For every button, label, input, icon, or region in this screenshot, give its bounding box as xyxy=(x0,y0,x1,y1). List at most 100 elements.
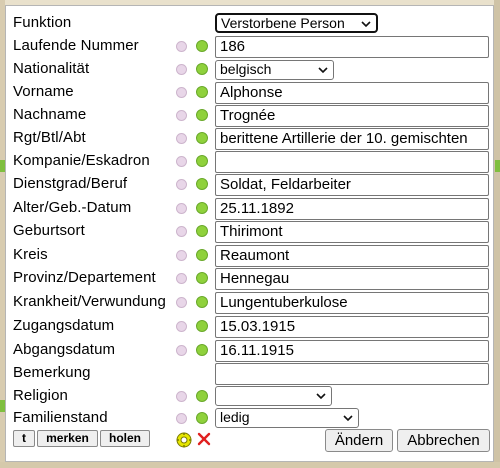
laufende-nummer-input[interactable]: 186 xyxy=(215,36,489,58)
row-familienstand: Familienstand ledig xyxy=(6,408,493,431)
abbrechen-button[interactable]: Abbrechen xyxy=(397,429,490,452)
purple-dot-icon[interactable] xyxy=(176,203,187,214)
religion-select[interactable] xyxy=(215,386,332,406)
green-dot-icon[interactable] xyxy=(196,320,208,332)
purple-dot-icon[interactable] xyxy=(176,413,187,424)
vorname-input[interactable]: Alphonse xyxy=(215,82,489,104)
green-dot-icon[interactable] xyxy=(196,249,208,261)
green-dot-icon[interactable] xyxy=(196,132,208,144)
geburtsort-label: Geburtsort xyxy=(13,222,85,239)
purple-dot-icon[interactable] xyxy=(176,250,187,261)
familienstand-select[interactable]: ledig xyxy=(215,408,359,428)
background-marker-right xyxy=(495,160,500,172)
nachname-input[interactable]: Trognée xyxy=(215,105,489,127)
bemerkung-input[interactable] xyxy=(215,363,489,385)
abgangsdatum-input[interactable]: 16.11.1915 xyxy=(215,340,489,362)
rgt-btl-abt-input[interactable]: berittene Artillerie der 10. gemischten xyxy=(215,128,489,150)
row-kompanie-eskadron: Kompanie/Eskadron xyxy=(6,151,493,174)
row-krankheit-verwundung: Krankheit/Verwundung Lungentuberkulose xyxy=(6,292,493,315)
zugangsdatum-input[interactable]: 15.03.1915 xyxy=(215,316,489,338)
purple-dot-icon[interactable] xyxy=(176,391,187,402)
green-dot-icon[interactable] xyxy=(196,296,208,308)
funktion-label: Funktion xyxy=(13,14,72,31)
row-nationalitaet: Nationalität belgisch xyxy=(6,59,493,82)
green-dot-icon[interactable] xyxy=(196,412,208,424)
purple-dot-icon[interactable] xyxy=(176,321,187,332)
provinz-departement-input[interactable]: Hennegau xyxy=(215,268,489,290)
purple-dot-icon[interactable] xyxy=(176,110,187,121)
holen-button[interactable]: holen xyxy=(100,430,150,447)
purple-dot-icon[interactable] xyxy=(176,64,187,75)
green-dot-icon[interactable] xyxy=(196,63,208,75)
laufende-nummer-label: Laufende Nummer xyxy=(13,37,139,54)
green-dot-icon[interactable] xyxy=(196,86,208,98)
aendern-button[interactable]: Ändern xyxy=(325,429,393,452)
krankheit-verwundung-input[interactable]: Lungentuberkulose xyxy=(215,292,489,314)
green-dot-icon[interactable] xyxy=(196,344,208,356)
row-rgt-btl-abt: Rgt/Btl/Abt berittene Artillerie der 10.… xyxy=(6,128,493,151)
close-icon[interactable] xyxy=(197,432,211,446)
kreis-label: Kreis xyxy=(13,246,48,263)
row-kreis: Kreis Reaumont xyxy=(6,245,493,268)
rgt-btl-abt-label: Rgt/Btl/Abt xyxy=(13,129,86,146)
row-religion: Religion xyxy=(6,386,493,409)
green-dot-icon[interactable] xyxy=(196,202,208,214)
zugangsdatum-label: Zugangsdatum xyxy=(13,317,115,334)
green-dot-icon[interactable] xyxy=(196,178,208,190)
row-alter-geb-datum: Alter/Geb.-Datum 25.11.1892 xyxy=(6,198,493,221)
row-geburtsort: Geburtsort Thirimont xyxy=(6,221,493,244)
dienstgrad-beruf-input[interactable]: Soldat, Feldarbeiter xyxy=(215,174,489,196)
dienstgrad-beruf-label: Dienstgrad/Beruf xyxy=(13,175,128,192)
nationalitaet-select-value: belgisch xyxy=(220,61,272,77)
purple-dot-icon[interactable] xyxy=(176,133,187,144)
chevron-down-icon xyxy=(361,21,371,28)
provinz-departement-label: Provinz/Departement xyxy=(13,269,156,286)
chevron-down-icon xyxy=(343,415,353,422)
merken-button[interactable]: merken xyxy=(37,430,98,447)
funktion-select[interactable]: Verstorbene Person xyxy=(215,13,378,33)
kompanie-eskadron-input[interactable] xyxy=(215,151,489,173)
purple-dot-icon[interactable] xyxy=(176,273,187,284)
kreis-input[interactable]: Reaumont xyxy=(215,245,489,267)
row-zugangsdatum: Zugangsdatum 15.03.1915 xyxy=(6,316,493,339)
green-dot-icon[interactable] xyxy=(196,390,208,402)
chevron-down-icon xyxy=(316,393,326,400)
geburtsort-input[interactable]: Thirimont xyxy=(215,221,489,243)
purple-dot-icon[interactable] xyxy=(176,226,187,237)
green-dot-icon[interactable] xyxy=(196,40,208,52)
edit-person-dialog: Funktion Verstorbene Person Laufende Num… xyxy=(5,5,494,462)
religion-label: Religion xyxy=(13,387,68,404)
purple-dot-icon[interactable] xyxy=(176,156,187,167)
funktion-select-value: Verstorbene Person xyxy=(221,15,345,31)
nationalitaet-label: Nationalität xyxy=(13,60,90,77)
purple-dot-icon[interactable] xyxy=(176,297,187,308)
green-dot-icon[interactable] xyxy=(196,109,208,121)
t-button[interactable]: t xyxy=(13,430,35,447)
purple-dot-icon[interactable] xyxy=(176,41,187,52)
green-dot-icon[interactable] xyxy=(196,225,208,237)
row-funktion: Funktion Verstorbene Person xyxy=(6,13,493,36)
row-provinz-departement: Provinz/Departement Hennegau xyxy=(6,268,493,291)
alter-geb-datum-label: Alter/Geb.-Datum xyxy=(13,199,132,216)
abgangsdatum-label: Abgangsdatum xyxy=(13,341,116,358)
row-dienstgrad-beruf: Dienstgrad/Beruf Soldat, Feldarbeiter xyxy=(6,174,493,197)
green-dot-icon[interactable] xyxy=(196,155,208,167)
nachname-label: Nachname xyxy=(13,106,87,123)
familienstand-label: Familienstand xyxy=(13,409,108,426)
alter-geb-datum-input[interactable]: 25.11.1892 xyxy=(215,198,489,220)
purple-dot-icon[interactable] xyxy=(176,345,187,356)
vorname-label: Vorname xyxy=(13,83,74,100)
gear-icon[interactable] xyxy=(176,432,192,448)
row-nachname: Nachname Trognée xyxy=(6,105,493,128)
row-abgangsdatum: Abgangsdatum 16.11.1915 xyxy=(6,340,493,363)
purple-dot-icon[interactable] xyxy=(176,87,187,98)
krankheit-verwundung-label: Krankheit/Verwundung xyxy=(13,293,166,310)
bemerkung-label: Bemerkung xyxy=(13,364,91,381)
nationalitaet-select[interactable]: belgisch xyxy=(215,60,334,80)
background-bottom-strip xyxy=(0,462,500,468)
green-dot-icon[interactable] xyxy=(196,272,208,284)
purple-dot-icon[interactable] xyxy=(176,179,187,190)
kompanie-eskadron-label: Kompanie/Eskadron xyxy=(13,152,150,169)
familienstand-select-value: ledig xyxy=(220,409,250,425)
background-right-strip xyxy=(494,0,500,468)
